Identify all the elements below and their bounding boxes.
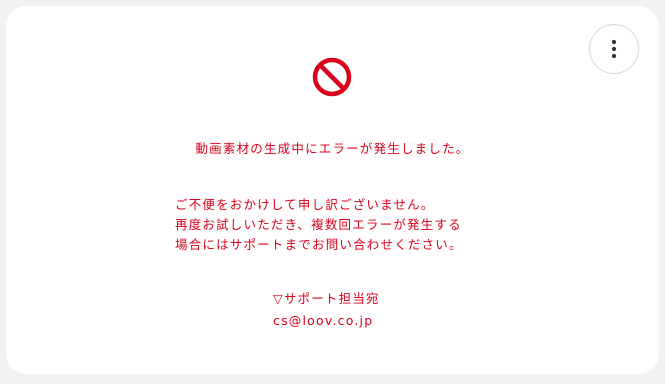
error-card: 動画素材の生成中にエラーが発生しました。 ご不便をおかけして申し訳ございません。… — [6, 6, 659, 374]
more-vertical-icon — [611, 39, 617, 59]
apology-message: ご不便をおかけして申し訳ございません。 再度お試しいただき、複数回エラーが発生す… — [175, 195, 505, 255]
apology-line: ご不便をおかけして申し訳ございません。 — [175, 197, 435, 212]
error-title: 動画素材の生成中にエラーが発生しました。 — [195, 141, 470, 156]
apology-line: 場合にはサポートまでお問い合わせください。 — [175, 237, 463, 252]
support-contact-label: ▽サポート担当宛 — [273, 291, 380, 306]
prohibited-icon — [312, 57, 352, 97]
support-email-link[interactable]: cs@loov.co.jp — [273, 311, 373, 331]
more-options-button[interactable] — [589, 24, 639, 74]
apology-line: 再度お試しいただき、複数回エラーが発生する — [175, 217, 462, 232]
